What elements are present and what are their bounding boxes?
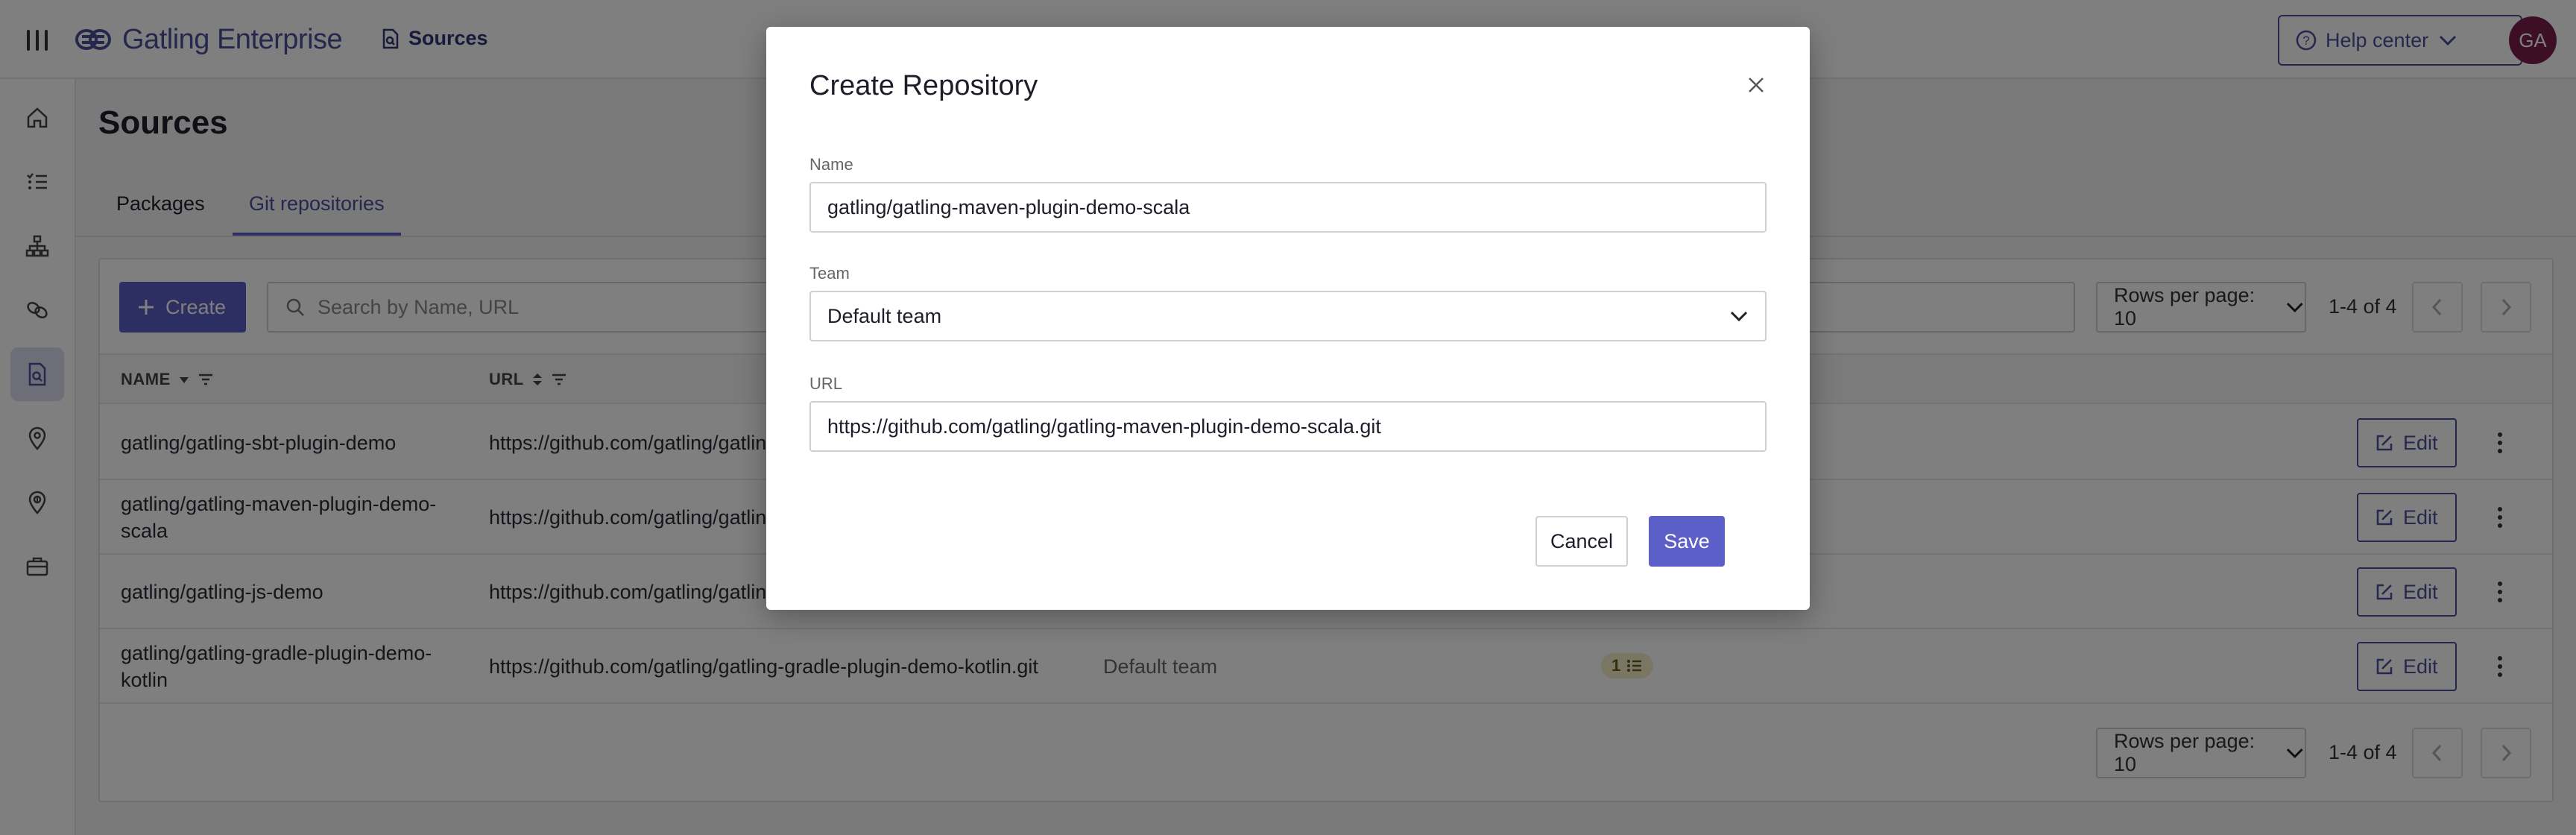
name-field[interactable]: gatling/gatling-maven-plugin-demo-scala bbox=[809, 182, 1767, 233]
cancel-button[interactable]: Cancel bbox=[1535, 516, 1628, 567]
team-select-value: Default team bbox=[827, 304, 942, 327]
chevron-down-icon bbox=[1730, 311, 1748, 322]
close-icon[interactable] bbox=[1743, 72, 1770, 98]
team-select[interactable]: Default team bbox=[809, 291, 1767, 341]
save-button[interactable]: Save bbox=[1649, 516, 1725, 567]
name-label: Name bbox=[809, 155, 853, 174]
dialog-title: Create Repository bbox=[809, 70, 1038, 101]
create-repository-dialog: Create Repository Name gatling/gatling-m… bbox=[766, 27, 1810, 610]
url-field[interactable]: https://github.com/gatling/gatling-maven… bbox=[809, 401, 1767, 452]
team-label: Team bbox=[809, 264, 850, 283]
url-label: URL bbox=[809, 374, 843, 393]
